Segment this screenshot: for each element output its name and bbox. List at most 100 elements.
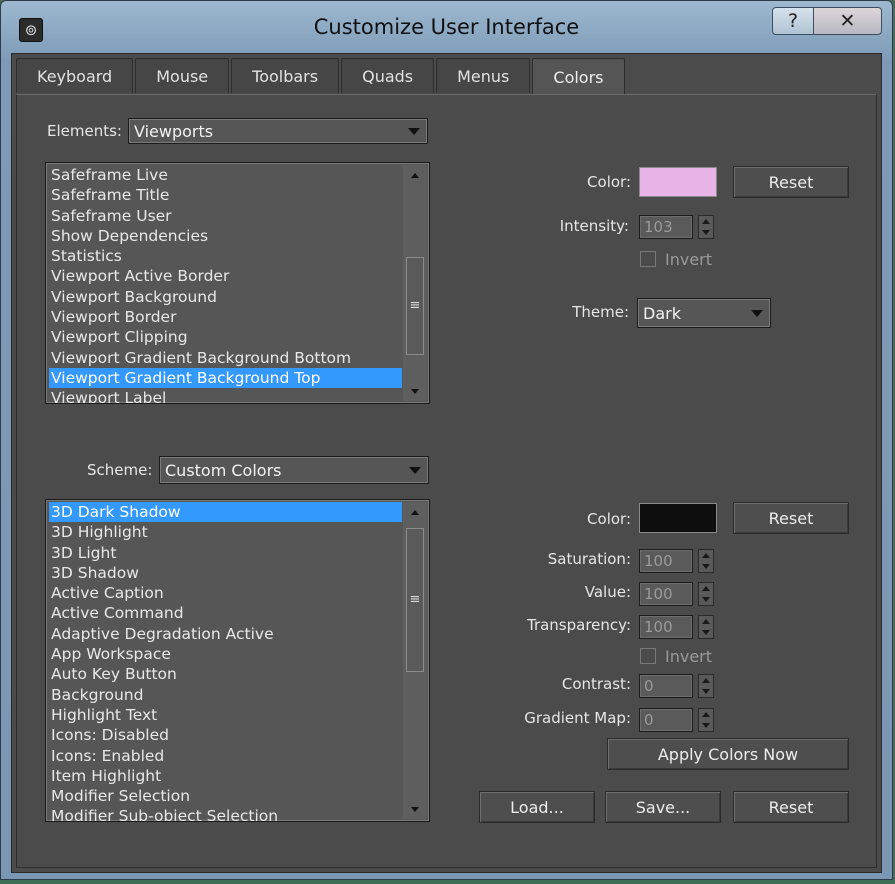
list-item[interactable]: Statistics	[49, 246, 402, 266]
list-item[interactable]: Active Caption	[49, 583, 402, 603]
tab-quads[interactable]: Quads	[341, 58, 435, 93]
list-item[interactable]: 3D Shadow	[49, 563, 402, 583]
scheme-invert-label: Invert	[665, 647, 713, 666]
dialog-client-area: Keyboard Mouse Toolbars Quads Menus Colo…	[11, 53, 882, 873]
title-bar[interactable]: ⊚ Customize User Interface ? ✕	[1, 1, 892, 53]
footer-reset-button[interactable]: Reset	[733, 791, 849, 823]
element-color-label: Color:	[587, 173, 631, 191]
elements-scrollbar[interactable]: ≡	[403, 165, 427, 401]
elements-dropdown-value: Viewports	[134, 122, 214, 141]
list-item[interactable]: Modifier Sub-object Selection	[49, 806, 402, 821]
scheme-color-label: Color:	[587, 510, 631, 528]
contrast-spinner[interactable]: 0	[639, 674, 719, 698]
list-item[interactable]: Background	[49, 685, 402, 705]
spinner-arrows-icon[interactable]	[698, 674, 714, 698]
intensity-label: Intensity:	[559, 217, 629, 235]
spinner-arrows-icon[interactable]	[698, 615, 714, 639]
list-item[interactable]: Show Dependencies	[49, 226, 402, 246]
customize-ui-dialog: ⊚ Customize User Interface ? ✕ Keyboard …	[0, 0, 893, 880]
scheme-listbox[interactable]: 3D Dark Shadow 3D Highlight 3D Light 3D …	[45, 499, 430, 822]
theme-dropdown-value: Dark	[643, 304, 681, 323]
apply-colors-now-button[interactable]: Apply Colors Now	[607, 738, 849, 770]
chevron-down-icon	[408, 128, 420, 135]
tab-mouse[interactable]: Mouse	[135, 58, 230, 93]
list-item[interactable]: Safeframe Title	[49, 185, 402, 205]
tab-colors[interactable]: Colors	[532, 58, 625, 95]
transparency-label: Transparency:	[526, 616, 631, 634]
gradient-map-label: Gradient Map:	[524, 709, 631, 727]
list-item[interactable]: Adaptive Degradation Active	[49, 624, 402, 644]
element-invert-label: Invert	[665, 250, 713, 269]
gradient-map-field[interactable]: 0	[639, 708, 693, 732]
list-item[interactable]: Viewport Border	[49, 307, 402, 327]
window-title: Customize User Interface	[313, 15, 580, 39]
scheme-dropdown-value: Custom Colors	[165, 461, 282, 480]
saturation-spinner[interactable]: 100	[639, 549, 719, 573]
scheme-label: Scheme:	[87, 461, 153, 479]
list-item[interactable]: Viewport Clipping	[49, 327, 402, 347]
scheme-reset-button[interactable]: Reset	[733, 502, 849, 534]
transparency-field[interactable]: 100	[639, 615, 693, 639]
list-item[interactable]: Active Command	[49, 603, 402, 623]
scheme-list: 3D Dark Shadow 3D Highlight 3D Light 3D …	[49, 502, 402, 821]
desktop-background	[0, 880, 895, 884]
close-button[interactable]: ✕	[814, 7, 882, 35]
elements-listbox[interactable]: Safeframe Live Safeframe Title Safeframe…	[45, 162, 430, 404]
list-item[interactable]: 3D Dark Shadow	[49, 502, 402, 523]
scroll-up-icon[interactable]	[403, 502, 427, 522]
value-spinner[interactable]: 100	[639, 582, 719, 606]
spinner-arrows-icon[interactable]	[698, 708, 714, 732]
element-reset-button[interactable]: Reset	[733, 166, 849, 198]
scroll-down-icon[interactable]	[403, 381, 427, 401]
list-item[interactable]: Viewport Active Border	[49, 266, 402, 286]
scroll-thumb[interactable]: ≡	[406, 528, 424, 672]
intensity-spinner[interactable]: 103	[639, 215, 719, 239]
scheme-color-swatch[interactable]	[639, 503, 717, 533]
list-item[interactable]: Viewport Label	[49, 388, 402, 403]
list-item[interactable]: Modifier Selection	[49, 786, 402, 806]
gradient-map-spinner[interactable]: 0	[639, 708, 719, 732]
scroll-up-icon[interactable]	[403, 165, 427, 185]
colors-panel: Elements: Viewports Safeframe Live Safef…	[16, 94, 877, 868]
list-item[interactable]: 3D Light	[49, 543, 402, 563]
spinner-arrows-icon[interactable]	[698, 215, 714, 239]
load-button[interactable]: Load...	[479, 791, 595, 823]
element-color-swatch[interactable]	[639, 167, 717, 197]
tab-toolbars[interactable]: Toolbars	[231, 58, 340, 93]
transparency-spinner[interactable]: 100	[639, 615, 719, 639]
value-field[interactable]: 100	[639, 582, 693, 606]
list-item[interactable]: Highlight Text	[49, 705, 402, 725]
intensity-field[interactable]: 103	[639, 215, 693, 239]
scheme-dropdown[interactable]: Custom Colors	[159, 456, 429, 484]
theme-dropdown[interactable]: Dark	[637, 298, 771, 328]
theme-label: Theme:	[572, 303, 629, 321]
list-item[interactable]: Viewport Gradient Background Top	[49, 367, 402, 389]
list-item[interactable]: Auto Key Button	[49, 664, 402, 684]
list-item[interactable]: App Workspace	[49, 644, 402, 664]
list-item[interactable]: Viewport Background	[49, 287, 402, 307]
list-item[interactable]: 3D Highlight	[49, 522, 402, 542]
spinner-arrows-icon[interactable]	[698, 582, 714, 606]
list-item[interactable]: Safeframe User	[49, 206, 402, 226]
list-item[interactable]: Icons: Disabled	[49, 725, 402, 745]
list-item[interactable]: Item Highlight	[49, 766, 402, 786]
help-button[interactable]: ?	[772, 7, 814, 35]
scheme-scrollbar[interactable]: ≡	[403, 502, 427, 819]
contrast-field[interactable]: 0	[639, 674, 693, 698]
elements-dropdown[interactable]: Viewports	[128, 118, 428, 144]
element-invert-checkbox[interactable]	[640, 251, 656, 267]
scheme-invert-checkbox[interactable]	[640, 648, 656, 664]
tab-menus[interactable]: Menus	[436, 58, 531, 93]
scroll-thumb[interactable]: ≡	[406, 257, 424, 355]
saturation-field[interactable]: 100	[639, 549, 693, 573]
tab-bar: Keyboard Mouse Toolbars Quads Menus Colo…	[16, 58, 627, 95]
list-item[interactable]: Icons: Enabled	[49, 746, 402, 766]
save-button[interactable]: Save...	[605, 791, 721, 823]
list-item[interactable]: Safeframe Live	[49, 165, 402, 185]
elements-label: Elements:	[47, 122, 122, 140]
tab-keyboard[interactable]: Keyboard	[16, 58, 134, 93]
scroll-down-icon[interactable]	[403, 799, 427, 819]
spinner-arrows-icon[interactable]	[698, 549, 714, 573]
contrast-label: Contrast:	[561, 675, 631, 693]
list-item[interactable]: Viewport Gradient Background Bottom	[49, 348, 402, 368]
